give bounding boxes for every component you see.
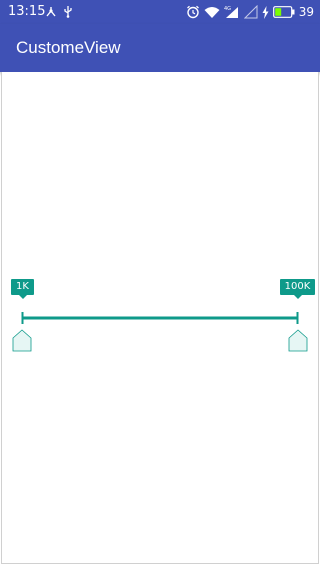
- min-thumb-handle[interactable]: [12, 329, 32, 352]
- range-seekbar[interactable]: 1K 100K: [0, 0, 320, 565]
- max-thumb-handle[interactable]: [288, 329, 308, 352]
- seekbar-canvas: [12, 312, 308, 352]
